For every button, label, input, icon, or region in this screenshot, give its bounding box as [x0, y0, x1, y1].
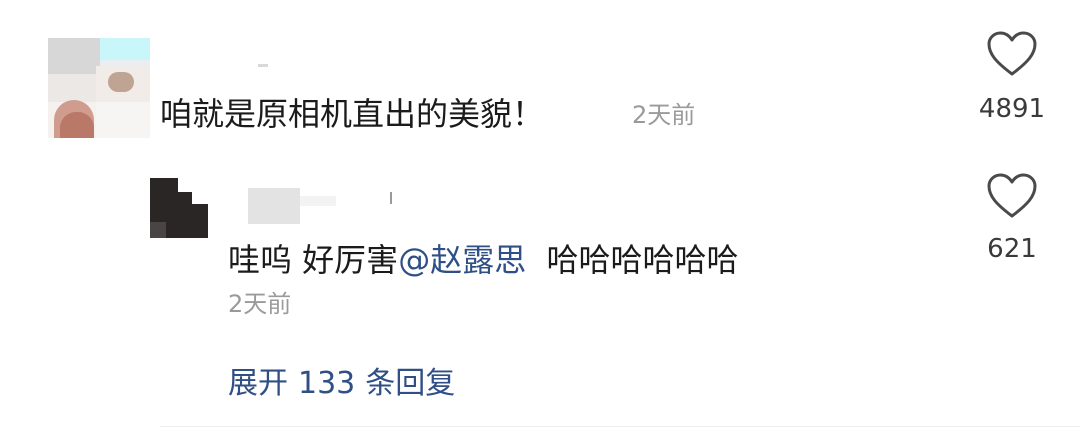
reply-timestamp: 2天前 — [228, 290, 292, 318]
reply-like-area[interactable]: 621 — [972, 172, 1052, 266]
replier-avatar[interactable] — [150, 178, 208, 238]
mention-link[interactable]: @赵露思 — [398, 241, 526, 279]
reply-like-count: 621 — [987, 234, 1037, 264]
commenter-username[interactable] — [160, 60, 300, 82]
replier-username[interactable] — [248, 188, 408, 224]
comment-text: 咱就是原相机直出的美貌！ — [160, 95, 545, 133]
avatar-pixel — [178, 178, 208, 192]
comment-like-count: 4891 — [978, 94, 1046, 124]
commenter-avatar[interactable] — [48, 38, 150, 138]
comment-like-area[interactable]: 4891 — [972, 30, 1052, 126]
reply-text-after: 哈哈哈哈哈哈 — [546, 241, 739, 279]
expand-reply-count: 133 — [298, 366, 356, 401]
username-pixel — [300, 196, 336, 206]
avatar-pixel — [150, 222, 166, 238]
avatar-pixel — [100, 38, 150, 60]
expand-replies-link[interactable]: 展开 133 条回复 — [228, 362, 455, 406]
divider — [160, 426, 1080, 427]
heart-outline-icon[interactable] — [986, 30, 1038, 78]
avatar-pixel — [96, 102, 150, 138]
expand-label-start: 展开 — [228, 366, 288, 401]
reply-text-before: 哇呜 好厉害 — [228, 241, 399, 279]
username-pixel — [248, 188, 300, 224]
reply-text: 哇呜 好厉害@赵露思 哈哈哈哈哈哈 — [228, 238, 739, 282]
avatar-pixel — [108, 72, 134, 92]
comment-timestamp: 2天前 — [632, 101, 696, 129]
avatar-pixel — [192, 192, 208, 204]
username-pixel — [258, 64, 268, 67]
avatar-pixel — [60, 112, 94, 138]
avatar-pixel — [48, 74, 96, 102]
username-pixel — [390, 192, 392, 204]
expand-label-end: 条回复 — [365, 366, 456, 401]
heart-outline-icon[interactable] — [986, 172, 1038, 220]
avatar-pixel — [48, 38, 100, 74]
